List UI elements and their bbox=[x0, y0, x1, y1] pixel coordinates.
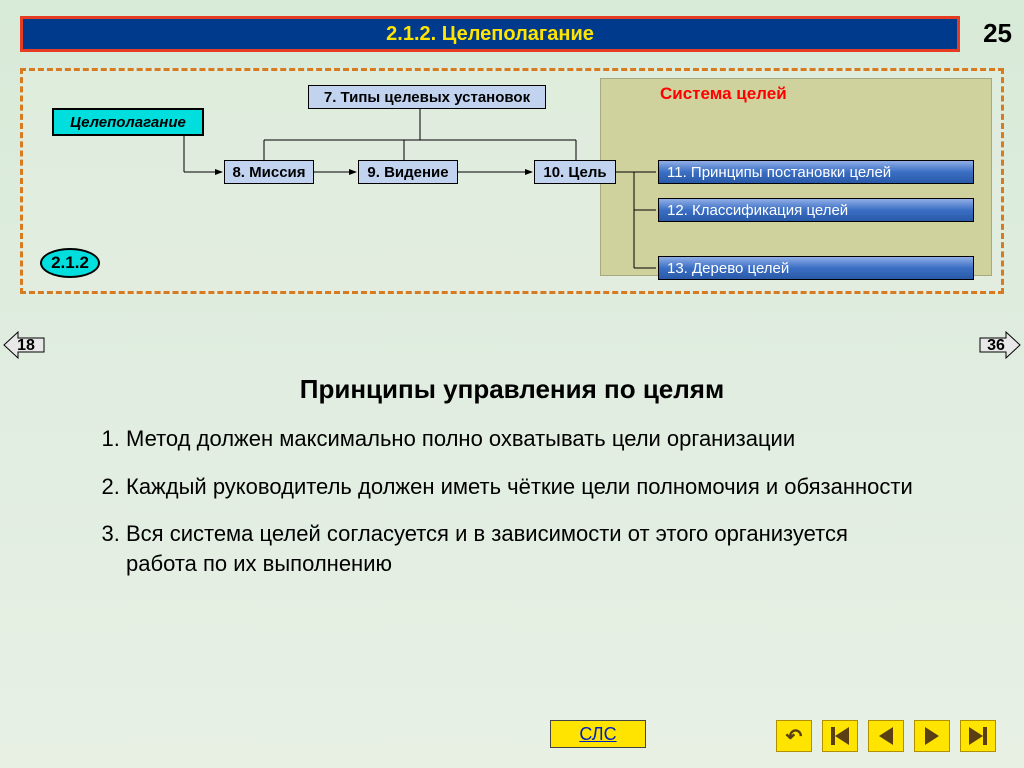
nav-next[interactable]: 36 bbox=[978, 328, 1022, 362]
nav-forward-icon[interactable] bbox=[914, 720, 950, 752]
content-list: Метод должен максимально полно охватыват… bbox=[98, 424, 918, 597]
node-13[interactable]: 13. Дерево целей bbox=[658, 256, 974, 280]
list-item: Каждый руководитель должен иметь чёткие … bbox=[126, 472, 918, 502]
u-turn-icon: ↶ bbox=[786, 724, 803, 749]
nav-return-icon[interactable]: ↶ bbox=[776, 720, 812, 752]
nav-first-icon[interactable] bbox=[822, 720, 858, 752]
node-11[interactable]: 11. Принципы постановки целей bbox=[658, 160, 974, 184]
list-item: Метод должен максимально полно охватыват… bbox=[126, 424, 918, 454]
nav-next-num: 36 bbox=[987, 337, 1005, 354]
nav-last-icon[interactable] bbox=[960, 720, 996, 752]
node-12[interactable]: 12. Классификация целей bbox=[658, 198, 974, 222]
nav-icons: ↶ bbox=[776, 720, 996, 752]
nav-prev-num: 18 bbox=[17, 337, 35, 354]
list-item: Вся система целей согласуется и в зависи… bbox=[126, 519, 918, 578]
content-title: Принципы управления по целям bbox=[0, 374, 1024, 405]
node-7[interactable]: 7. Типы целевых установок bbox=[308, 85, 546, 109]
slide-number: 25 bbox=[983, 18, 1012, 49]
node-9[interactable]: 9. Видение bbox=[358, 160, 458, 184]
system-panel-label: Система целей bbox=[660, 84, 787, 104]
header-title: 2.1.2. Целеполагание bbox=[386, 23, 594, 46]
sls-button[interactable]: СЛС bbox=[550, 720, 646, 748]
header-bar: 2.1.2. Целеполагание bbox=[20, 16, 960, 52]
section-marker: 2.1.2 bbox=[40, 248, 100, 278]
nav-back-icon[interactable] bbox=[868, 720, 904, 752]
node-10[interactable]: 10. Цель bbox=[534, 160, 616, 184]
nav-prev[interactable]: 18 bbox=[2, 328, 46, 362]
node-main[interactable]: Целеполагание bbox=[52, 108, 204, 136]
node-8[interactable]: 8. Миссия bbox=[224, 160, 314, 184]
